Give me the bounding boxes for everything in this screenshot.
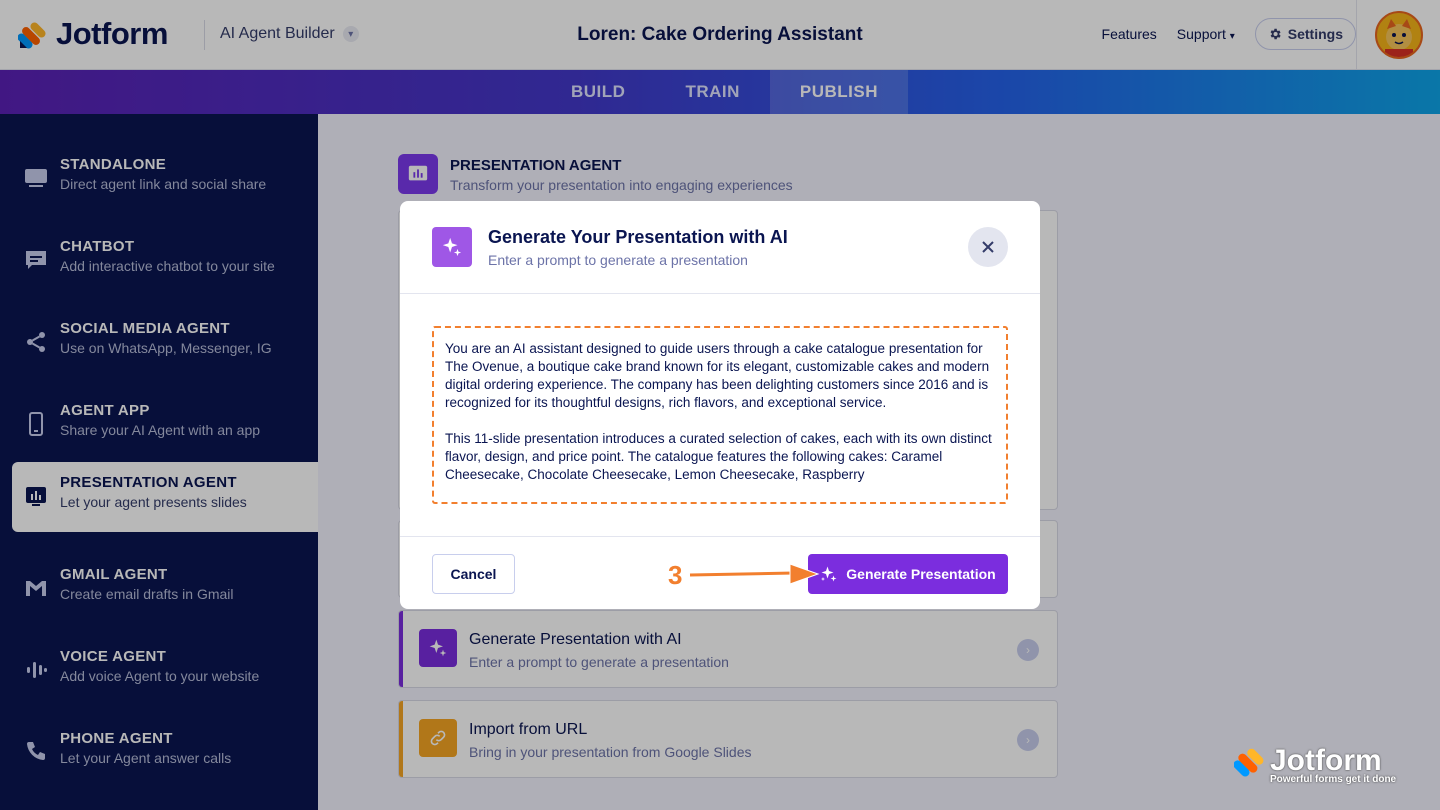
watermark-tagline: Powerful forms get it done [1270, 774, 1397, 785]
modal-subtitle: Enter a prompt to generate a presentatio… [488, 252, 748, 268]
app-root: Jotform AI Agent Builder ▾ Loren: Cake O… [0, 0, 1440, 810]
close-icon [982, 241, 994, 253]
watermark-text: Jotform [1270, 744, 1382, 777]
step-number-annotation: 3 [668, 560, 683, 590]
prompt-textarea[interactable]: You are an AI assistant designed to guid… [432, 326, 1008, 504]
modal-title: Generate Your Presentation with AI [488, 227, 788, 247]
sparkle-icon [821, 566, 837, 582]
cancel-button[interactable]: Cancel [432, 554, 515, 594]
prompt-paragraph-1: You are an AI assistant designed to guid… [445, 341, 990, 410]
generate-label: Generate Presentation [846, 566, 996, 582]
sparkle-icon [432, 227, 472, 267]
jotform-watermark: Jotform Powerful forms get it done [1234, 744, 1396, 785]
jotform-watermark-icon [1234, 748, 1264, 777]
generate-presentation-button[interactable]: Generate Presentation [808, 554, 1008, 594]
prompt-text: You are an AI assistant designed to guid… [445, 340, 997, 502]
modal-header: Generate Your Presentation with AI Enter… [400, 201, 1040, 294]
prompt-paragraph-2: This 11-slide presentation introduces a … [445, 431, 992, 482]
generate-presentation-modal: Generate Your Presentation with AI Enter… [400, 201, 1040, 609]
arrow-right-annotation-icon [689, 563, 820, 585]
close-button[interactable] [968, 227, 1008, 267]
